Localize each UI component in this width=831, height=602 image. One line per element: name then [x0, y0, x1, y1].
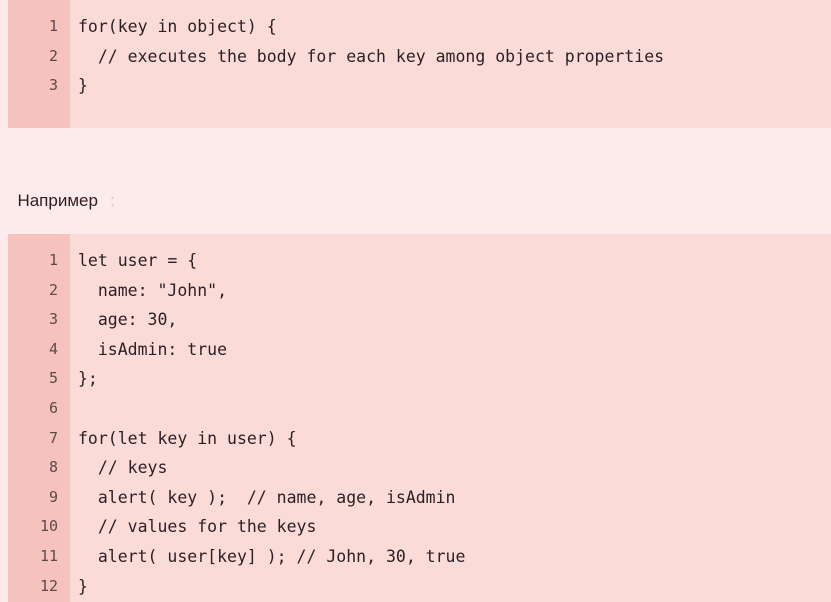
- code-line: alert( user[key] ); // John, 30, true: [78, 546, 466, 566]
- line-number: 3: [48, 76, 58, 95]
- line-number: 2: [48, 280, 58, 299]
- line-number: 1: [48, 17, 58, 35]
- code-line: }: [78, 576, 88, 596]
- code-line: // executes the body for each key among …: [78, 46, 665, 66]
- code-line: for(let key in user) {: [78, 428, 297, 448]
- line-number-gutter: 1 2 3: [8, 0, 70, 128]
- paragraph-trailing-mark: :: [109, 191, 115, 210]
- code-line: // keys: [78, 458, 168, 478]
- line-number: 11: [39, 546, 58, 565]
- line-number: 7: [48, 428, 58, 447]
- line-number: 5: [48, 369, 58, 388]
- code-line: }: [78, 76, 88, 96]
- line-number: 4: [48, 339, 58, 358]
- line-number: 12: [39, 576, 58, 595]
- code-line: name: "John",: [78, 280, 228, 300]
- code-line: // values for the keys: [78, 517, 317, 537]
- line-number-gutter: 1 2 3 4 5 6 7 8 9 10 11 12: [8, 234, 70, 602]
- code-line: let user = {: [78, 251, 198, 270]
- code-content[interactable]: let user = { name: "John", age: 30, isAd…: [70, 234, 831, 602]
- code-line: isAdmin: true: [78, 339, 228, 359]
- code-line: for(key in object) {: [78, 17, 277, 36]
- line-number: 3: [48, 310, 58, 329]
- line-number: 10: [39, 517, 58, 536]
- paragraph-example-intro: Например:: [8, 168, 115, 212]
- code-line: };: [78, 369, 98, 389]
- line-number: 2: [48, 46, 58, 65]
- code-line: alert( key ); // name, age, isAdmin: [78, 487, 456, 507]
- code-content[interactable]: for(key in object) { // executes the bod…: [70, 0, 831, 128]
- line-number: 8: [48, 458, 58, 477]
- line-number: 6: [48, 398, 58, 417]
- code-block-example: 1 2 3 4 5 6 7 8 9 10 11 12 let user = { …: [8, 234, 831, 602]
- line-number: 9: [48, 487, 58, 506]
- paragraph-text: Например: [17, 191, 98, 210]
- code-line: age: 30,: [78, 310, 178, 330]
- line-number: 1: [48, 251, 58, 269]
- code-block-syntax: 1 2 3 for(key in object) { // executes t…: [8, 0, 831, 128]
